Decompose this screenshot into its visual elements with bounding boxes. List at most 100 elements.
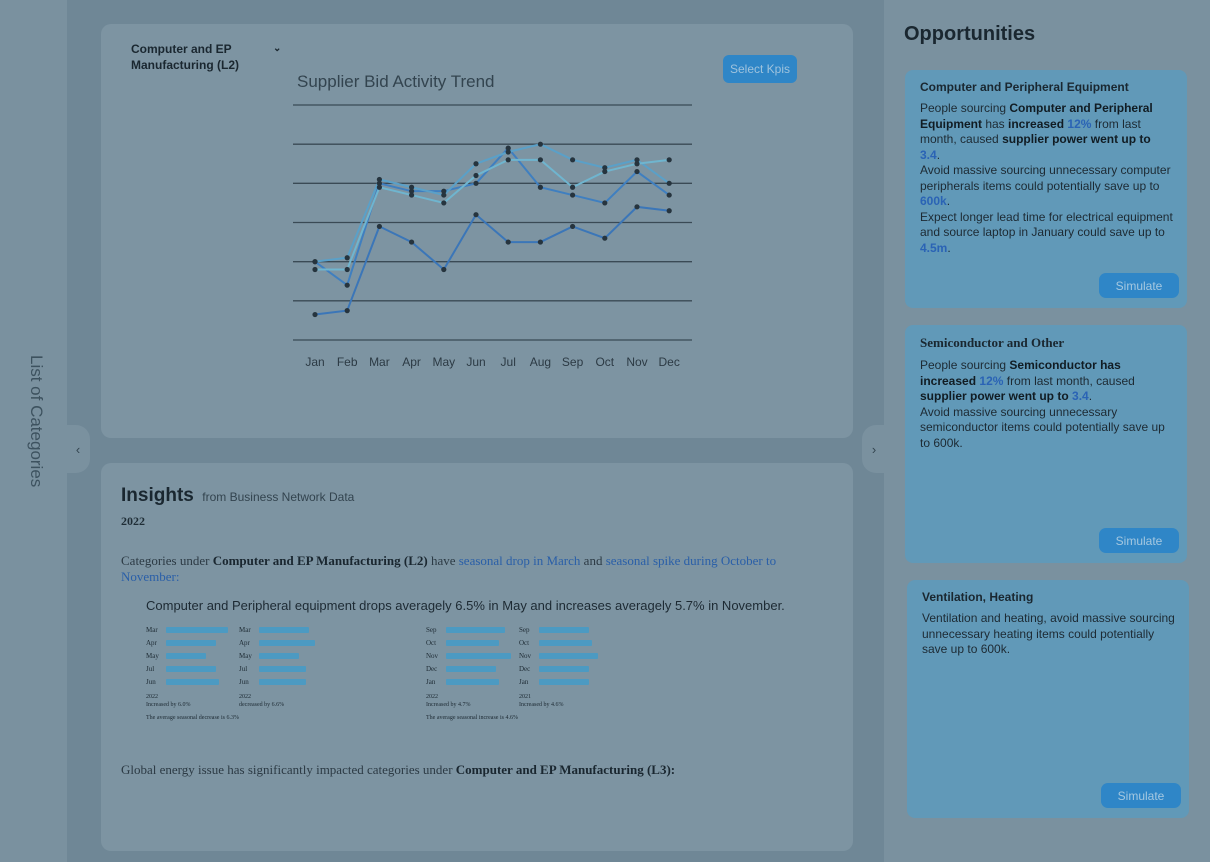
data-point (441, 266, 447, 273)
x-tick-label: Feb (337, 355, 358, 369)
mini-bar-row: Mar (239, 623, 339, 636)
mini-bar (259, 678, 306, 685)
summary-text: Categories under (121, 553, 213, 568)
data-point (344, 255, 350, 261)
opportunities-sidebar: Opportunities Computer and Peripheral Eq… (884, 0, 1210, 862)
chart-panel: Computer and EP Manufacturing (L2) ⌄ Sup… (101, 24, 853, 438)
mini-bar-row: Oct (426, 636, 526, 649)
insights-header: Insights from Business Network Data (121, 485, 354, 507)
category-list-sidebar: List of Categories (0, 0, 67, 862)
mini-bar-row: Jan (519, 675, 619, 688)
data-point (376, 176, 382, 183)
x-tick-label: Jun (466, 355, 485, 369)
card-body: People sourcing Computer and Peripheral … (920, 101, 1173, 256)
mini-bar (446, 652, 512, 659)
simulate-button[interactable]: Simulate (1101, 783, 1181, 808)
data-point (570, 184, 576, 190)
x-tick-label: Dec (659, 355, 680, 369)
mini-bar (446, 678, 499, 685)
mini-bar (259, 665, 306, 672)
x-tick-label: Jan (305, 355, 324, 369)
data-point (344, 308, 350, 314)
data-point (602, 168, 608, 175)
data-point (312, 266, 318, 273)
mini-bar-row: Jun (146, 675, 246, 688)
collapse-right-button[interactable]: › (862, 425, 886, 473)
mini-bar (259, 626, 309, 633)
mini-bar-row: Mar (146, 623, 246, 636)
simulate-button[interactable]: Simulate (1099, 528, 1179, 553)
data-point (505, 239, 511, 245)
mini-bar-row: Jun (239, 675, 339, 688)
data-point (473, 180, 479, 186)
mini-bar-label: Dec (426, 664, 438, 673)
mini-bar-row: Jul (239, 662, 339, 675)
mini-bar-label: May (239, 651, 252, 660)
x-tick-label: May (432, 355, 455, 369)
x-tick-label: Sep (562, 355, 584, 369)
mini-bar-label: Jun (146, 677, 156, 686)
chevron-left-icon: ‹ (75, 441, 81, 457)
collapse-left-button[interactable]: ‹ (66, 425, 90, 473)
mini-bar-chart: Sep Oct Nov Dec Jan (519, 623, 619, 688)
footer-category: Computer and EP Manufacturing (L3): (455, 762, 676, 777)
mini-chart-summary: The average seasonal increase is 4.6% (426, 715, 518, 721)
data-point (473, 161, 479, 167)
mini-bar (446, 626, 505, 633)
mini-bar-row: Nov (519, 649, 619, 662)
series-line (314, 143, 670, 263)
mini-bar (446, 639, 499, 646)
data-point (312, 311, 318, 318)
card-paragraph: Ventilation and heating, avoid massive s… (922, 611, 1175, 656)
card-body: People sourcing Semiconductor has increa… (920, 358, 1173, 451)
data-point (505, 149, 511, 155)
mini-bar (539, 626, 589, 633)
summary-text: have (427, 553, 459, 568)
mini-bar-row: Dec (426, 662, 526, 675)
mini-bar-label: Nov (426, 651, 439, 660)
mini-chart-summary: The average seasonal decrease is 6.3% (146, 715, 239, 721)
mini-bar-label: Apr (146, 638, 157, 647)
mini-bar (539, 639, 592, 646)
data-point (505, 157, 511, 163)
mini-bar (539, 665, 589, 672)
data-point (441, 192, 447, 198)
simulate-button[interactable]: Simulate (1099, 273, 1179, 298)
data-point (376, 223, 382, 230)
data-point (537, 184, 543, 190)
mini-bar-row: Sep (519, 623, 619, 636)
mini-chart-caption: 2021 Increased by 4.6% (519, 694, 564, 708)
category-list-title[interactable]: List of Categories (22, 355, 46, 515)
data-point (602, 235, 608, 241)
data-point (409, 239, 415, 245)
seasonal-drop-link[interactable]: seasonal drop in March (459, 553, 581, 568)
data-point (666, 180, 672, 186)
mini-bar (259, 652, 300, 659)
card-paragraph: Expect longer lead time for electrical e… (920, 209, 1173, 255)
data-point (473, 212, 479, 218)
data-point (666, 157, 672, 163)
data-point (634, 161, 640, 167)
mini-bar (166, 665, 216, 672)
x-tick-label: Aug (530, 355, 551, 369)
footer-text: Global energy issue has significantly im… (121, 762, 456, 777)
mini-bar (166, 678, 219, 685)
mini-bar (259, 639, 315, 646)
mini-bar-label: Oct (426, 638, 437, 647)
x-tick-label: Mar (369, 355, 390, 369)
data-point (344, 282, 350, 288)
mini-bar-row: Dec (519, 662, 619, 675)
mini-bar-label: Jul (146, 664, 155, 673)
mini-bar-row: May (239, 649, 339, 662)
x-tick-label: Oct (595, 355, 614, 369)
x-tick-label: Apr (402, 355, 421, 369)
data-point (409, 192, 415, 198)
data-point (570, 192, 576, 198)
data-point (602, 200, 608, 206)
mini-bar-label: Sep (519, 625, 530, 634)
summary-text: and (580, 553, 606, 568)
mini-bar-label: Jun (239, 677, 249, 686)
mini-bar-label: Oct (519, 638, 530, 647)
mini-bar-label: Sep (426, 625, 437, 634)
mini-bar-row: Nov (426, 649, 526, 662)
